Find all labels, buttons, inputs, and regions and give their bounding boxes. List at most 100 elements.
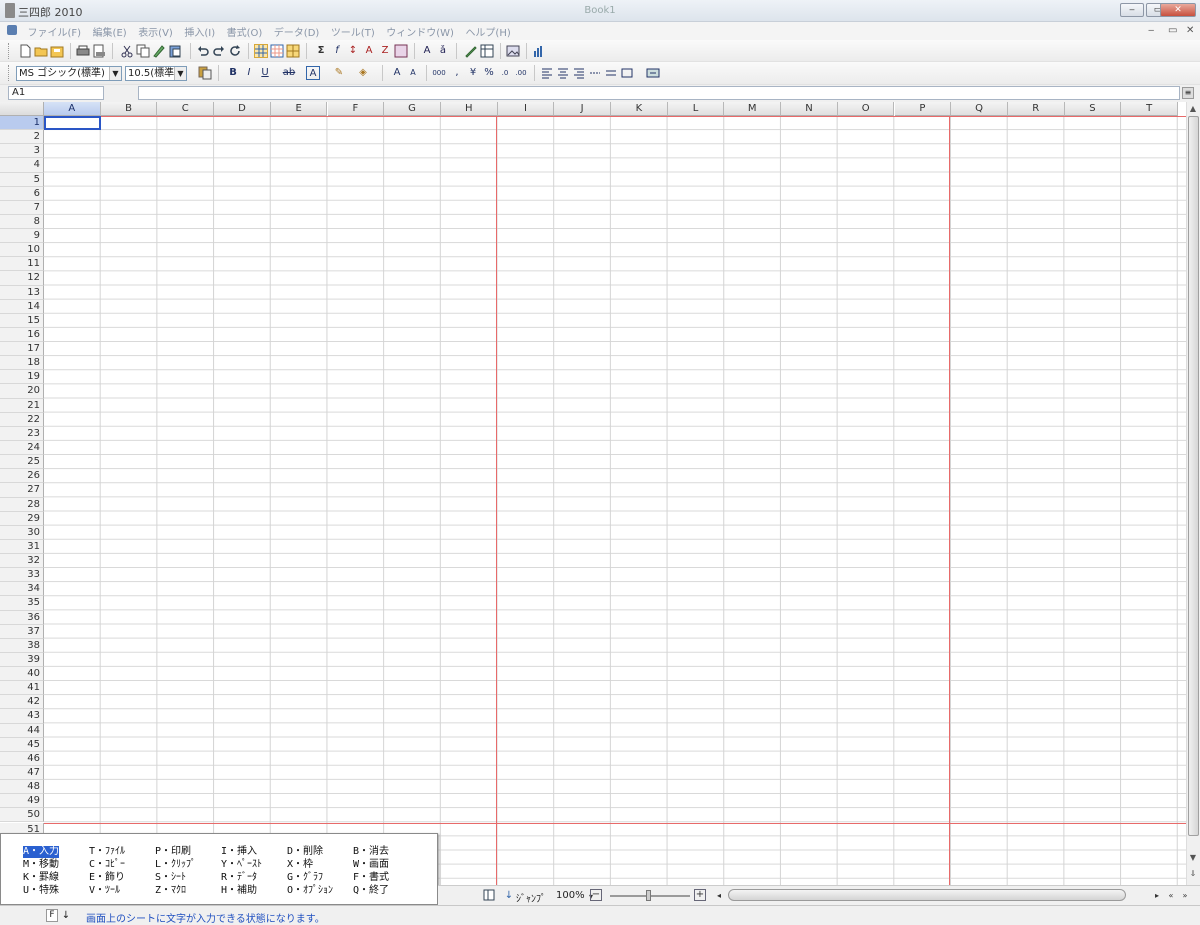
column-header[interactable]: T xyxy=(1121,102,1178,116)
row-header[interactable]: 34 xyxy=(0,582,44,597)
menu-tools[interactable]: ツール(T) xyxy=(327,22,379,41)
menu-help[interactable]: ヘルプ(H) xyxy=(461,22,514,41)
font-name-select[interactable]: MS ゴシック(標準) ▼ xyxy=(16,66,122,81)
column-header[interactable]: A xyxy=(44,102,101,116)
row-header[interactable]: 39 xyxy=(0,652,44,668)
row-header[interactable]: 27 xyxy=(0,483,44,498)
row-header[interactable]: 28 xyxy=(0,497,44,512)
image-icon[interactable] xyxy=(506,44,520,58)
function-icon[interactable]: f xyxy=(330,44,344,58)
normal-view-icon[interactable] xyxy=(254,44,268,58)
undo-icon[interactable] xyxy=(196,44,210,58)
text-format-icon[interactable]: A xyxy=(420,44,434,58)
row-header[interactable]: 36 xyxy=(0,610,44,625)
column-header[interactable]: Q xyxy=(951,102,1008,116)
style-icon[interactable] xyxy=(198,66,212,80)
row-header[interactable]: 5 xyxy=(0,172,44,187)
shortcut-item[interactable]: U・特殊 xyxy=(23,885,59,897)
column-header[interactable]: C xyxy=(157,102,215,116)
cell-grid[interactable] xyxy=(44,116,1186,885)
align-center-icon[interactable] xyxy=(556,66,570,80)
column-header[interactable]: K xyxy=(611,102,668,116)
shortcut-item[interactable]: X・枠 xyxy=(287,859,313,871)
print-preview-icon[interactable] xyxy=(92,44,106,58)
shortcut-item[interactable]: P・印刷 xyxy=(155,846,191,858)
row-header[interactable]: 3 xyxy=(0,144,44,159)
page-view-icon[interactable] xyxy=(270,44,284,58)
row-header[interactable]: 21 xyxy=(0,398,44,413)
horizontal-scroll-thumb[interactable] xyxy=(728,889,1126,901)
zoom-out-icon[interactable]: − xyxy=(590,889,602,901)
vertical-scrollbar[interactable]: ▲ ▼ ⇓ xyxy=(1186,102,1200,885)
column-header[interactable]: N xyxy=(781,102,838,116)
autosum-icon[interactable]: Σ xyxy=(314,44,328,58)
minimize-button[interactable]: ‒ xyxy=(1120,3,1144,17)
shortcut-item[interactable]: E・飾り xyxy=(89,872,125,884)
row-header[interactable]: 30 xyxy=(0,525,44,540)
row-header[interactable]: 24 xyxy=(0,440,44,456)
toolbar-grip[interactable] xyxy=(8,43,11,59)
shortcut-item[interactable]: C・ｺﾋﾟｰ xyxy=(89,859,125,871)
currency-icon[interactable]: ¥ xyxy=(466,66,480,80)
row-header[interactable]: 49 xyxy=(0,794,44,809)
shortcut-item[interactable]: T・ﾌｧｲﾙ xyxy=(89,846,125,858)
layout-view-icon[interactable] xyxy=(286,44,300,58)
row-header[interactable]: 16 xyxy=(0,327,44,343)
select-all-corner[interactable] xyxy=(0,102,44,116)
italic-icon[interactable]: I xyxy=(242,66,256,80)
bold-icon[interactable]: B xyxy=(226,66,240,80)
row-header[interactable]: 20 xyxy=(0,384,44,399)
shortcut-item[interactable]: Y・ﾍﾟｰｽﾄ xyxy=(221,859,262,871)
align-right-icon[interactable] xyxy=(572,66,586,80)
close-button[interactable]: ✕ xyxy=(1160,3,1196,17)
font-size-select[interactable]: 10.5(標準) ▼ xyxy=(125,66,187,81)
column-header[interactable]: J xyxy=(554,102,611,116)
row-header[interactable]: 45 xyxy=(0,737,44,752)
row-header[interactable]: 11 xyxy=(0,257,44,272)
row-header[interactable]: 43 xyxy=(0,709,44,724)
menu-file[interactable]: ファイル(F) xyxy=(24,22,86,41)
vertical-align-icon[interactable] xyxy=(604,66,618,80)
form-icon[interactable] xyxy=(394,44,408,58)
scroll-last-icon[interactable]: » xyxy=(1178,889,1192,903)
row-header[interactable]: 38 xyxy=(0,638,44,653)
column-header[interactable]: R xyxy=(1007,102,1065,116)
formula-expand-icon[interactable]: ≡ xyxy=(1182,87,1194,99)
row-header[interactable]: 37 xyxy=(0,624,44,639)
thousands-separator-icon[interactable]: 000 xyxy=(432,66,446,80)
shortcut-item[interactable]: A・入力 xyxy=(23,846,60,858)
comma-icon[interactable]: , xyxy=(450,66,464,80)
shortcut-item[interactable]: M・移動 xyxy=(23,859,59,871)
scroll-right-icon[interactable]: ▸ xyxy=(1150,889,1164,903)
row-header[interactable]: 26 xyxy=(0,469,44,484)
mdi-close-button[interactable]: ✕ xyxy=(1186,25,1194,36)
zoom-slider-thumb[interactable] xyxy=(646,890,651,901)
document-icon[interactable] xyxy=(7,25,17,35)
shortcut-item[interactable]: K・罫線 xyxy=(23,872,59,884)
row-header[interactable]: 15 xyxy=(0,313,44,328)
shortcut-item[interactable]: O・ｵﾌﾟｼｮﾝ xyxy=(287,885,333,897)
sort-ascending-icon[interactable]: A xyxy=(362,44,376,58)
name-box[interactable]: A1 xyxy=(8,86,104,100)
formula-input[interactable] xyxy=(138,86,1180,100)
shortcut-item[interactable]: S・ｼｰﾄ xyxy=(155,872,186,884)
shortcut-item[interactable]: B・消去 xyxy=(353,846,389,858)
sheet-list-icon[interactable] xyxy=(482,889,496,903)
cut-icon[interactable] xyxy=(120,44,134,58)
row-header[interactable]: 25 xyxy=(0,455,44,470)
row-header[interactable]: 10 xyxy=(0,243,44,258)
row-header[interactable]: 7 xyxy=(0,200,44,215)
row-header[interactable]: 6 xyxy=(0,186,44,201)
row-header[interactable]: 2 xyxy=(0,130,44,145)
sort-descending-icon[interactable]: Z xyxy=(378,44,392,58)
menu-format[interactable]: 書式(O) xyxy=(223,22,267,41)
jump-icon[interactable]: ↓ xyxy=(502,889,516,903)
column-header[interactable]: E xyxy=(270,102,328,116)
print-icon[interactable] xyxy=(76,44,90,58)
merge-cells-icon[interactable] xyxy=(646,66,660,80)
row-header[interactable]: 48 xyxy=(0,780,44,795)
underline-icon[interactable]: U xyxy=(258,66,272,80)
scroll-first-icon[interactable]: « xyxy=(1164,889,1178,903)
shortcut-item[interactable]: I・挿入 xyxy=(221,846,257,858)
column-header[interactable]: F xyxy=(327,102,385,116)
